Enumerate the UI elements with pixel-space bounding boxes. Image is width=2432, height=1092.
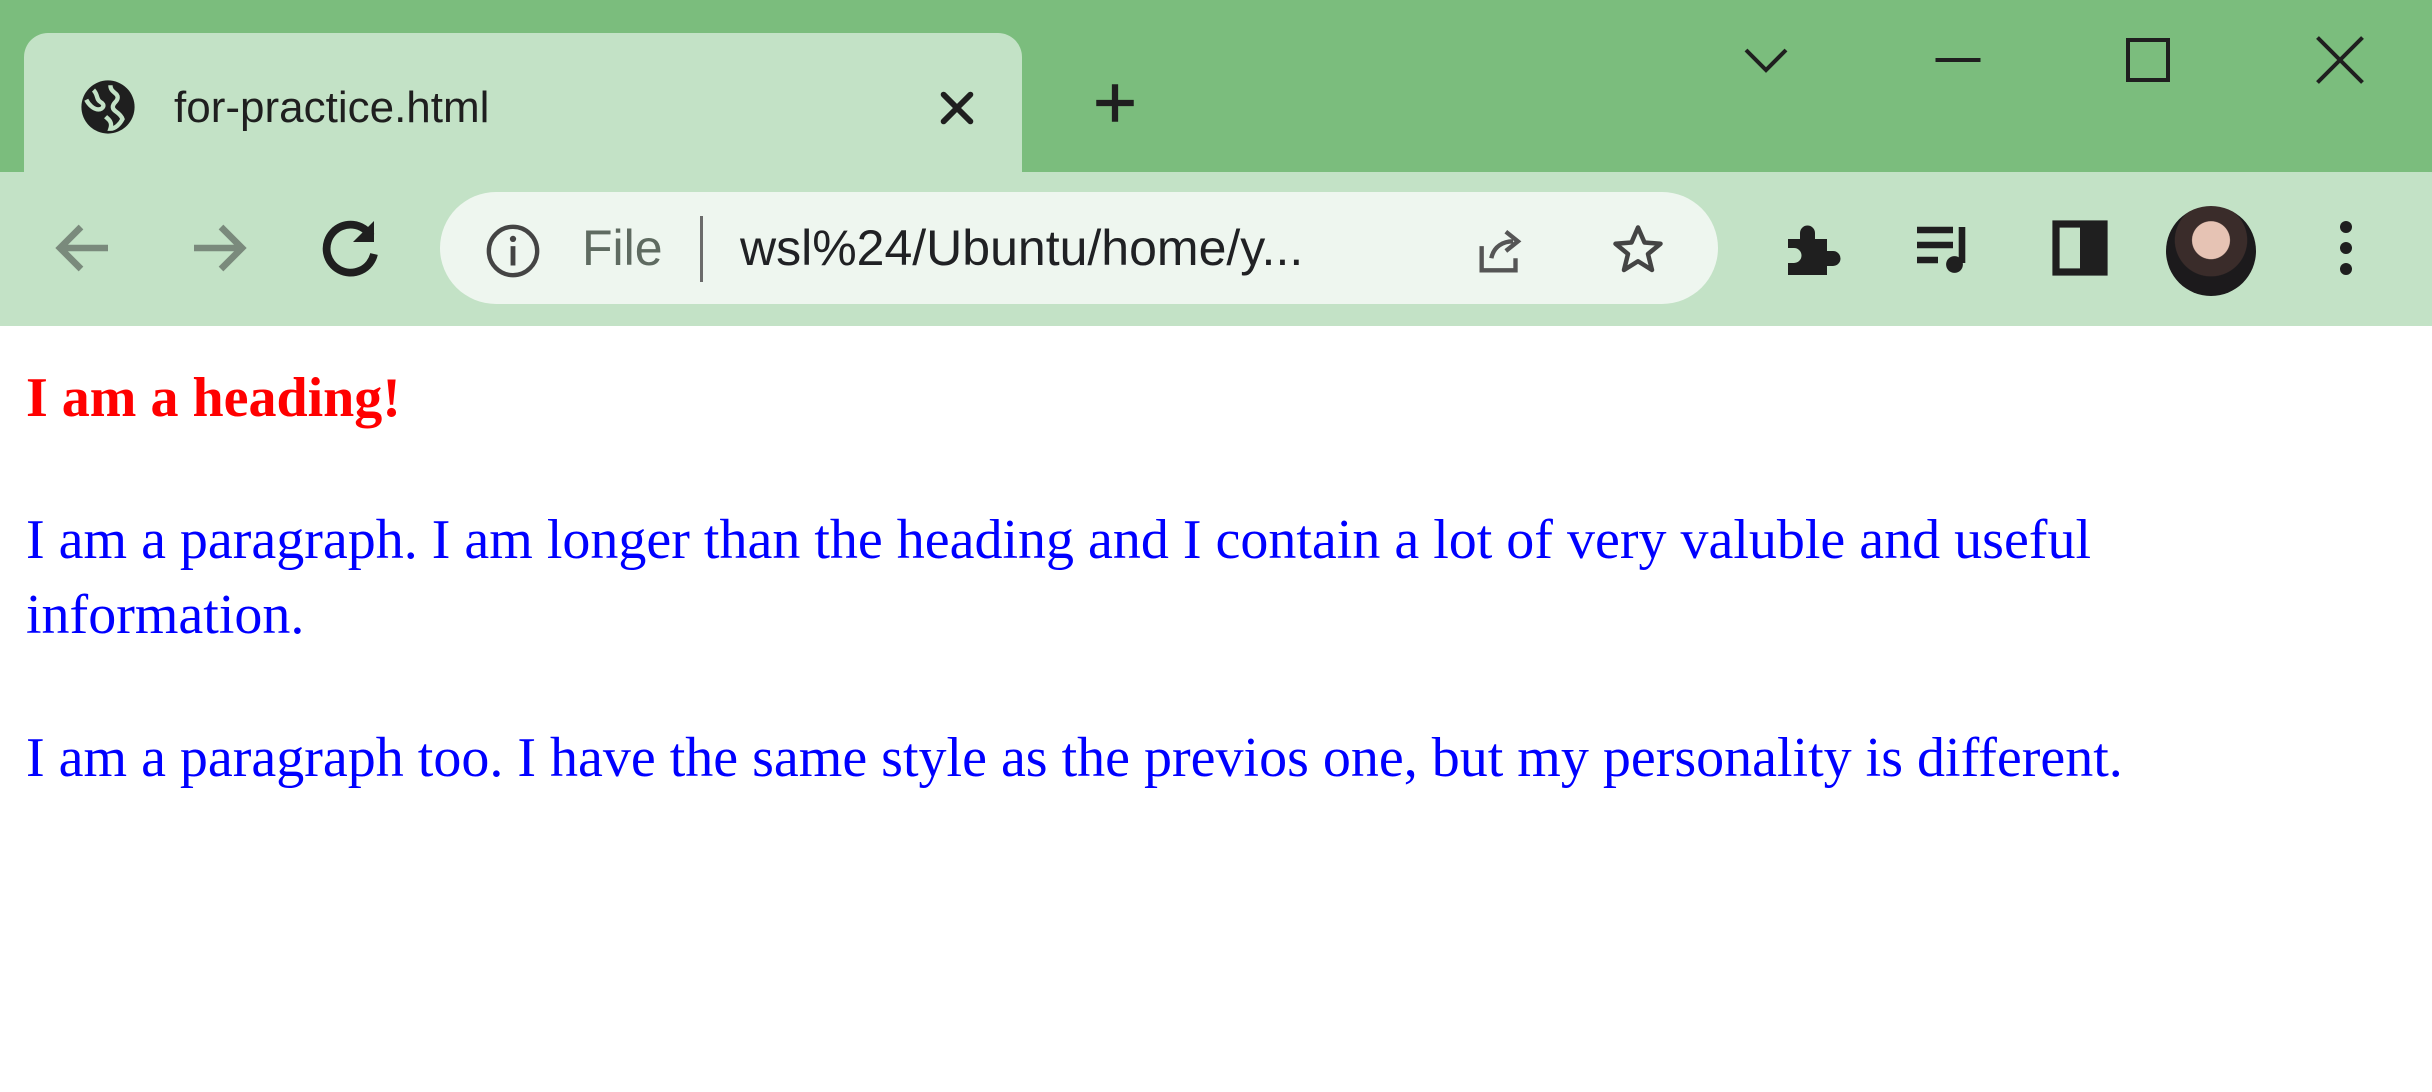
profile-avatar[interactable] bbox=[2166, 206, 2256, 296]
omnibox-divider bbox=[700, 216, 703, 282]
info-icon[interactable] bbox=[484, 222, 542, 280]
minimize-button[interactable] bbox=[1928, 30, 1988, 90]
active-tab[interactable]: for-practice.html bbox=[24, 33, 1022, 173]
share-icon[interactable] bbox=[1470, 222, 1532, 280]
paragraph-1: I am a paragraph. I am longer than the h… bbox=[26, 509, 2091, 646]
forward-arrow-icon[interactable] bbox=[182, 212, 254, 284]
extensions-icon[interactable] bbox=[1776, 212, 1848, 284]
scheme-label: File bbox=[582, 220, 663, 276]
globe-icon bbox=[81, 80, 135, 134]
tab-search-chevron-icon[interactable] bbox=[1736, 30, 1796, 90]
tab-strip: for-practice.html bbox=[0, 0, 2432, 173]
address-bar[interactable]: File wsl%24/Ubuntu/home/y... bbox=[440, 192, 1718, 304]
bookmark-star-icon[interactable] bbox=[1608, 220, 1668, 280]
close-tab-icon[interactable] bbox=[934, 85, 980, 131]
url-text[interactable]: wsl%24/Ubuntu/home/y... bbox=[740, 216, 1303, 280]
page-content: I am a heading! I am a paragraph. I am l… bbox=[0, 326, 2432, 1092]
browser-toolbar: File wsl%24/Ubuntu/home/y... bbox=[0, 172, 2432, 328]
close-window-button[interactable] bbox=[2310, 30, 2370, 90]
page-heading: I am a heading! bbox=[26, 367, 401, 429]
tab-title: for-practice.html bbox=[174, 83, 490, 132]
back-arrow-icon[interactable] bbox=[48, 212, 120, 284]
side-panel-icon[interactable] bbox=[2044, 212, 2116, 284]
more-menu-icon[interactable] bbox=[2310, 212, 2382, 284]
media-controls-icon[interactable] bbox=[1908, 212, 1980, 284]
new-tab-button[interactable] bbox=[1090, 78, 1140, 128]
maximize-button[interactable] bbox=[2118, 30, 2178, 90]
paragraph-2: I am a paragraph too. I have the same st… bbox=[26, 727, 2123, 789]
reload-icon[interactable] bbox=[314, 212, 386, 284]
